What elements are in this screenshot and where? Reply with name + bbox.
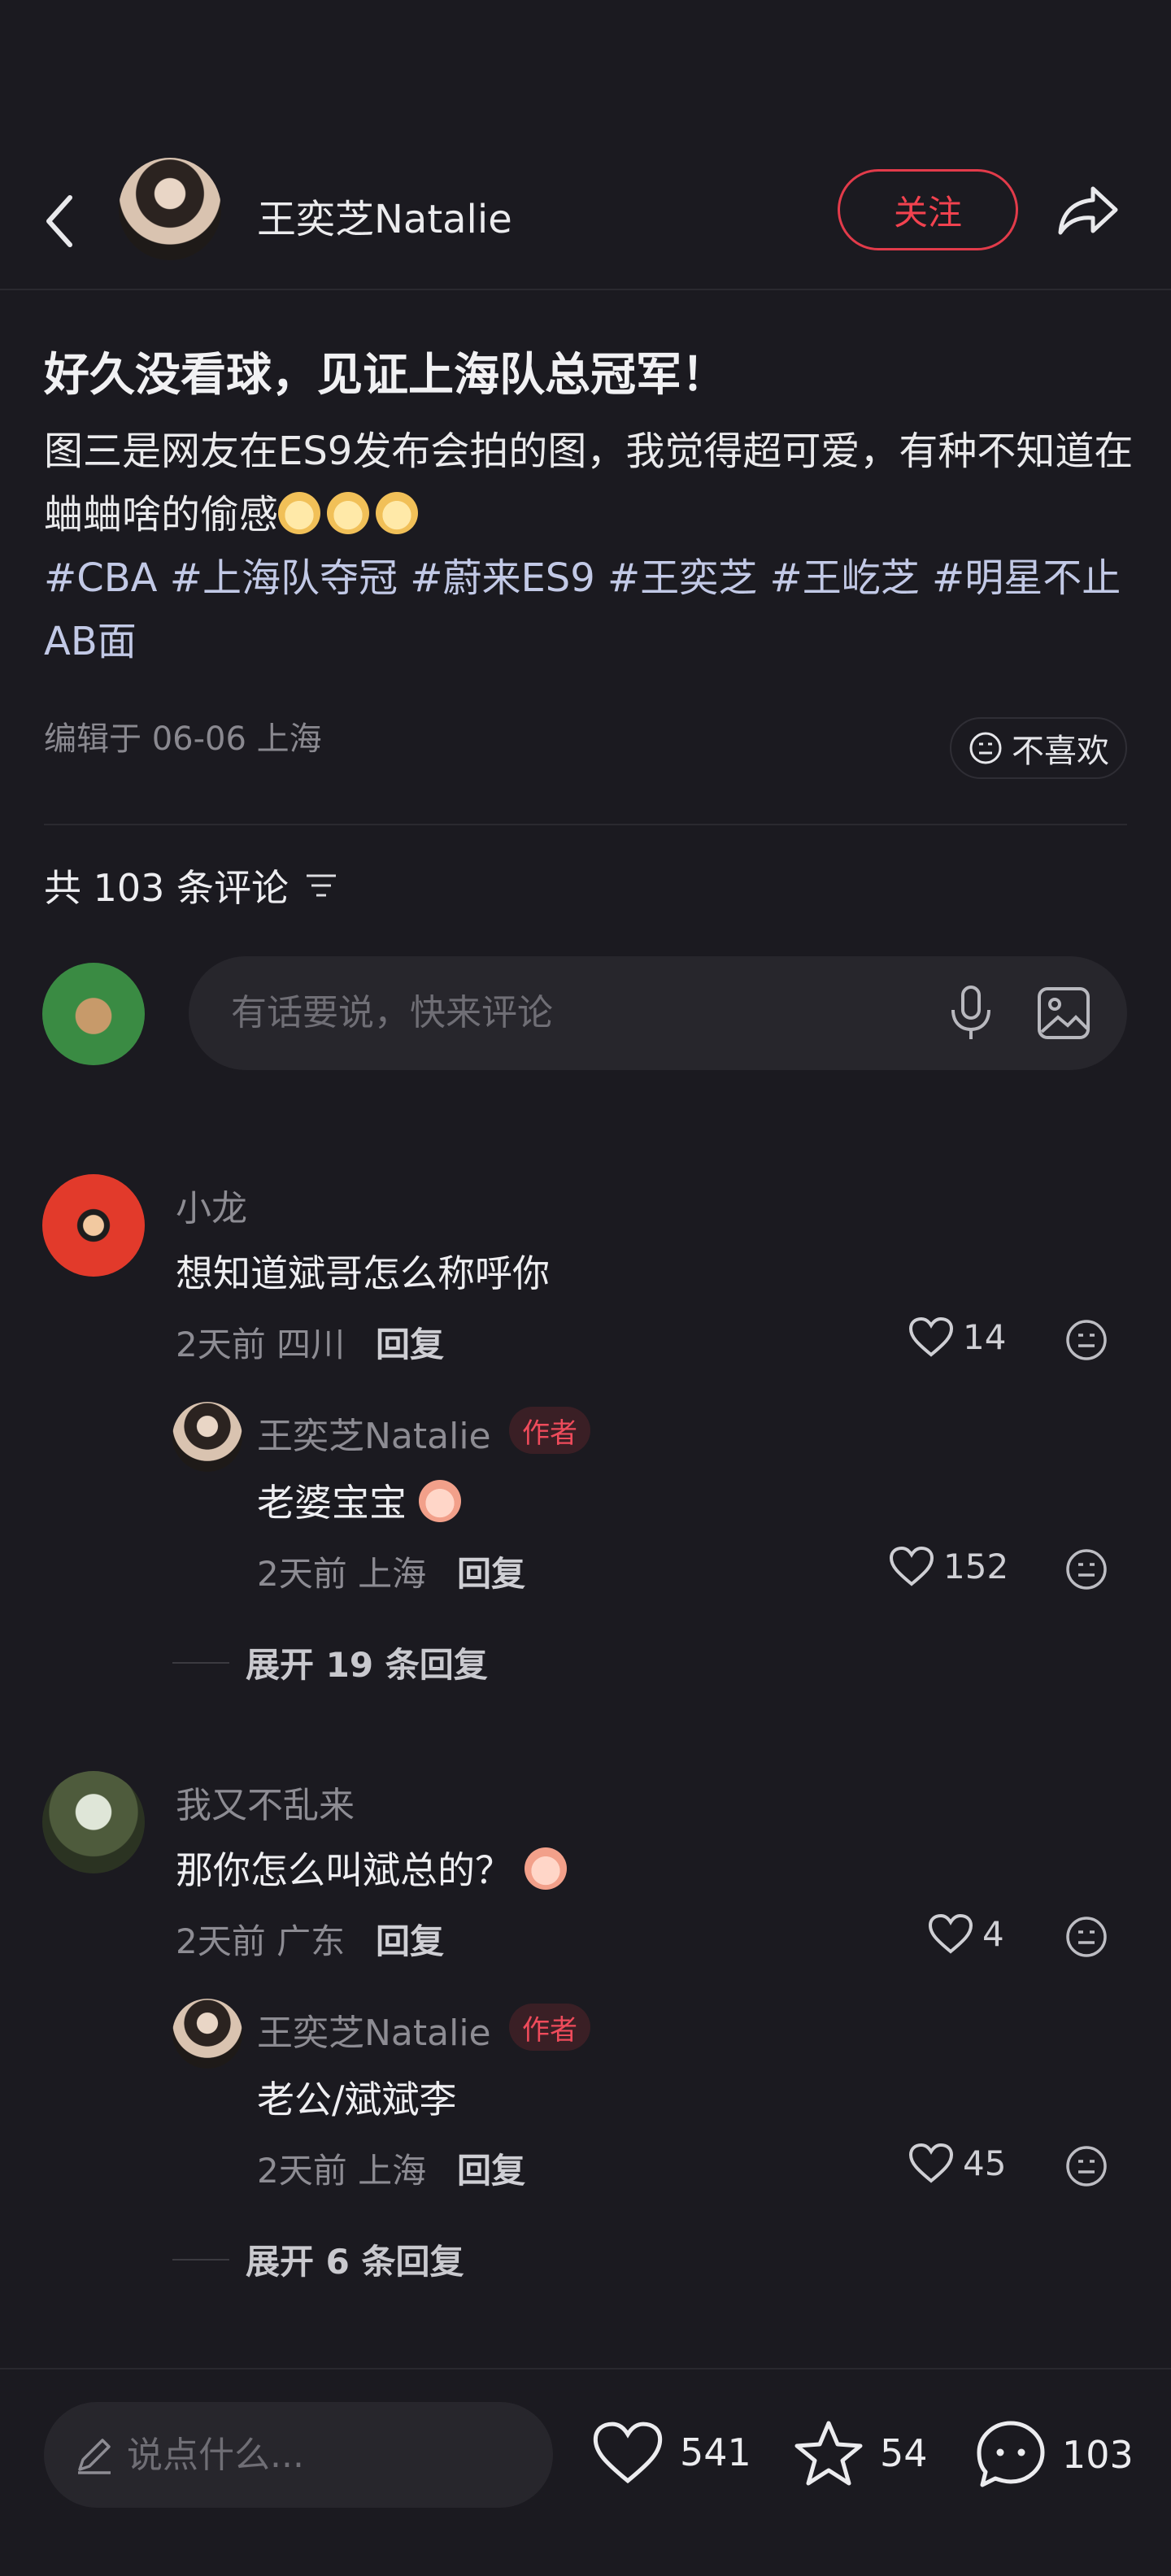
dislike-button[interactable]: 不喜欢 <box>950 717 1127 779</box>
comment-text: 那你怎么叫斌总的？ <box>176 1841 573 1895</box>
comment-count-label: 共 103 条评论 <box>44 866 289 910</box>
header-divider <box>0 289 1171 290</box>
post-body-text: 图三是网友在ES9发布会拍的图，我觉得超可爱，有种不知道在蛐蛐啥的偷感 <box>44 429 1134 537</box>
emoji-icon <box>327 492 370 534</box>
reaction-face-icon <box>1066 1917 1107 1957</box>
expand-label: 展开 6 条回复 <box>246 2242 464 2282</box>
star-icon <box>794 2421 863 2486</box>
heart-icon <box>908 2143 954 2183</box>
comment-meta: 2天前 广东 <box>176 1921 346 1961</box>
reply-button[interactable]: 回复 <box>457 1547 525 1596</box>
reply-like-button[interactable]: 45 <box>908 2142 1006 2184</box>
commenter-name[interactable]: 小龙 <box>176 1179 247 1231</box>
voice-button[interactable] <box>938 981 1003 1046</box>
reply-text: 老公/斌斌李 <box>257 2078 457 2121</box>
author-name[interactable]: 王奕芝Natalie <box>257 187 512 244</box>
share-icon <box>1058 186 1118 235</box>
reaction-face-icon <box>1066 1320 1107 1360</box>
emoji-icon <box>278 492 321 534</box>
comment-like-button[interactable]: 14 <box>908 1316 1006 1358</box>
emoji-icon <box>376 492 419 534</box>
post-tags[interactable]: #CBA #上海队夺冠 #蔚来ES9 #王奕芝 #王屹芝 #明星不止AB面 <box>44 546 1134 673</box>
comment-input[interactable] <box>231 984 882 1041</box>
replier-name[interactable]: 王奕芝Natalie <box>257 2004 491 2056</box>
heart-icon <box>928 1913 973 1954</box>
content-divider <box>44 824 1127 825</box>
reply-button[interactable]: 回复 <box>457 2143 525 2193</box>
back-button[interactable] <box>33 181 85 262</box>
heart-icon <box>889 1546 934 1586</box>
like-count: 14 <box>963 1316 1007 1357</box>
expand-replies-button[interactable]: 展开 6 条回复 <box>172 2234 464 2284</box>
filter-icon <box>307 874 337 897</box>
pencil-icon <box>78 2439 111 2474</box>
author-avatar[interactable] <box>119 158 221 260</box>
reaction-face-icon <box>1066 1549 1107 1590</box>
comment-meta: 2天前 四川 <box>176 1325 346 1364</box>
dislike-face-icon <box>969 732 1002 764</box>
back-icon <box>46 195 72 247</box>
post-header: 王奕芝Natalie 关注 <box>0 154 1171 285</box>
comment-text-content: 那你怎么叫斌总的？ <box>176 1848 512 1892</box>
like-count: 152 <box>943 1546 1009 1586</box>
reply-text: 老婆宝宝 <box>257 1473 468 1527</box>
reaction-button[interactable] <box>1062 1912 1111 1961</box>
like-post-button[interactable]: 541 <box>590 2418 751 2487</box>
comment-input-box[interactable] <box>189 956 1127 1070</box>
emoji-icon <box>418 1480 461 1522</box>
mic-icon <box>951 986 990 1039</box>
reply-meta: 2天前 上海 <box>257 1554 427 1594</box>
expand-line <box>172 2258 229 2261</box>
my-avatar <box>42 963 145 1065</box>
reply-button[interactable]: 回复 <box>376 1914 444 1964</box>
bottom-action-bar: 541 54 103 <box>0 2368 1171 2576</box>
comment-text: 想知道斌哥怎么称呼你 <box>176 1251 550 1295</box>
reaction-button[interactable] <box>1062 1545 1111 1594</box>
emoji-icon <box>524 1847 567 1890</box>
commenter-avatar[interactable] <box>42 1771 145 1873</box>
favorite-count: 54 <box>880 2431 928 2475</box>
reaction-button[interactable] <box>1062 2142 1111 2191</box>
dislike-label: 不喜欢 <box>1012 733 1109 770</box>
replier-avatar[interactable] <box>172 1402 242 1472</box>
post-body: 图三是网友在ES9发布会拍的图，我觉得超可爱，有种不知道在蛐蛐啥的偷感 <box>44 420 1134 546</box>
reaction-face-icon <box>1066 2146 1107 2187</box>
image-button[interactable] <box>1031 981 1096 1046</box>
comment-like-button[interactable]: 4 <box>927 1912 1004 1955</box>
say-input[interactable] <box>127 2426 517 2483</box>
comment-total-count: 103 <box>1062 2433 1134 2477</box>
expand-replies-button[interactable]: 展开 19 条回复 <box>172 1638 488 1687</box>
say-input-box[interactable] <box>44 2402 553 2508</box>
comment-bubble-icon <box>977 2421 1045 2487</box>
post-like-count: 541 <box>680 2430 751 2474</box>
author-badge: 作者 <box>509 2004 590 2051</box>
post-title: 好久没看球，见证上海队总冠军！ <box>44 349 727 402</box>
like-count: 45 <box>963 2143 1007 2183</box>
share-button[interactable] <box>1049 174 1127 247</box>
like-count: 4 <box>982 1913 1004 1954</box>
comment-count[interactable]: 共 103 条评论 <box>44 859 339 912</box>
reply-button[interactable]: 回复 <box>376 1317 444 1367</box>
commenter-avatar[interactable] <box>42 1174 145 1277</box>
comment-button[interactable]: 103 <box>974 2418 1134 2491</box>
favorite-button[interactable]: 54 <box>792 2418 928 2488</box>
author-badge: 作者 <box>509 1407 590 1454</box>
replier-avatar[interactable] <box>172 1999 242 2069</box>
reply-meta: 2天前 上海 <box>257 2151 427 2191</box>
commenter-name[interactable]: 我又不乱来 <box>176 1776 355 1828</box>
edit-meta: 编辑于 06-06 上海 <box>44 720 322 758</box>
reply-text-content: 老婆宝宝 <box>257 1481 407 1525</box>
reply-like-button[interactable]: 152 <box>888 1545 1008 1587</box>
reaction-button[interactable] <box>1062 1316 1111 1364</box>
expand-label: 展开 19 条回复 <box>246 1645 488 1685</box>
heart-icon <box>593 2422 663 2484</box>
expand-line <box>172 1661 229 1664</box>
heart-icon <box>908 1316 954 1357</box>
follow-button[interactable]: 关注 <box>838 169 1018 250</box>
replier-name[interactable]: 王奕芝Natalie <box>257 1407 491 1459</box>
image-icon <box>1038 987 1090 1039</box>
